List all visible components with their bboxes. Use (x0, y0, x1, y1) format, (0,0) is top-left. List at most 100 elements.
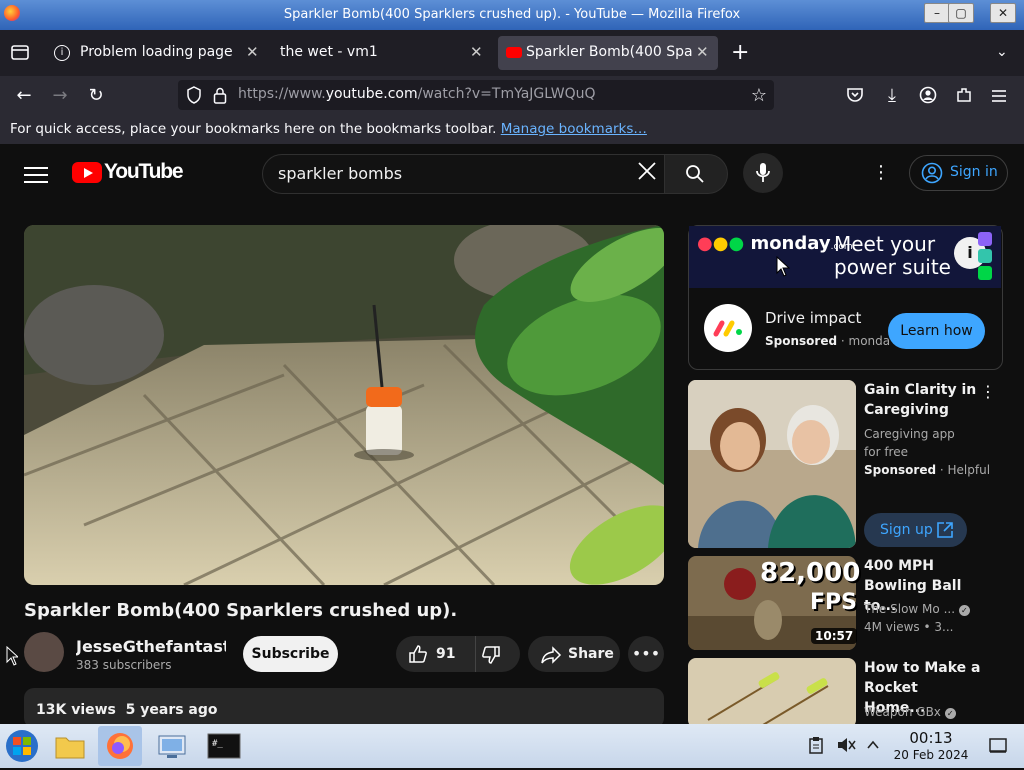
ad-sponsored-line: Sponsored · monda (765, 334, 891, 348)
voice-search-button[interactable] (743, 153, 783, 193)
minimize-button[interactable]: – (924, 3, 950, 23)
video-title: Sparkler Bomb(400 Sparklers crushed up). (24, 600, 458, 621)
settings-kebab-icon[interactable]: ⋮ (872, 160, 890, 186)
rec-channel[interactable]: Weapon GBx ✓ (864, 703, 956, 721)
url-domain: youtube.com (325, 86, 418, 102)
sign-up-button[interactable]: Sign up (864, 513, 967, 547)
terminal-icon: #_ (207, 733, 241, 759)
thumb-overlay-text: FPS (810, 590, 857, 615)
channel-avatar[interactable] (24, 632, 64, 672)
lock-icon[interactable] (212, 86, 228, 104)
bookmarks-hint: For quick access, place your bookmarks h… (10, 121, 501, 137)
chevron-down-icon[interactable]: ⌄ (996, 44, 1008, 60)
start-orb-icon (6, 730, 38, 762)
search-query[interactable]: sparkler bombs (278, 164, 402, 183)
taskbar-clock[interactable]: 00:13 20 Feb 2024 (893, 730, 969, 763)
show-desktop-icon[interactable] (988, 736, 1008, 758)
thumb-overlay-text: 82,000 (760, 558, 861, 588)
tab-close-icon[interactable]: ✕ (470, 43, 483, 61)
window-titlebar: Sparkler Bomb(400 Sparklers crushed up).… (0, 0, 1024, 30)
maximize-button[interactable]: ▢ (948, 3, 974, 23)
subscriber-count: 383 subscribers (76, 658, 172, 672)
close-window-button[interactable]: ✕ (990, 3, 1016, 23)
account-circle-icon (921, 162, 943, 184)
thumbs-up-icon (408, 644, 428, 664)
rec-thumbnail[interactable] (688, 658, 856, 728)
back-arrow-icon[interactable]: ← (14, 86, 34, 106)
rec-meta: 4M views • 3... (864, 620, 954, 634)
url-text[interactable]: https://www.youtube.com/watch?v=TmYaJGLW… (238, 86, 596, 102)
youtube-logo-text[interactable]: YouTube (104, 160, 184, 184)
rec-channel[interactable]: The Slow Mo ... ✓ (864, 600, 970, 618)
folder-icon (55, 737, 85, 759)
rec-sponsored-line: Sponsored · Helpful (864, 463, 991, 477)
learn-how-button[interactable]: Learn how (888, 313, 985, 349)
info-icon: i (54, 45, 70, 61)
sign-in-label: Sign in (950, 164, 998, 180)
video-player[interactable] (24, 225, 664, 585)
extensions-icon[interactable] (955, 86, 973, 104)
yt-guide-menu-icon[interactable] (24, 162, 48, 186)
ad-title[interactable]: Drive impact (765, 309, 861, 327)
sign-in-button[interactable]: Sign in (909, 155, 1008, 191)
firefox-taskbar-button[interactable] (98, 726, 142, 766)
rec-subtitle: Caregiving app for free (864, 427, 955, 459)
url-path: /watch?v=TmYaJGLWQuQ (417, 86, 596, 102)
tab-sparkler-bomb[interactable]: Sparkler Bomb(400 Sparklers crushed up).… (498, 36, 718, 70)
rec-title[interactable]: Gain Clarity in Caregiving (864, 380, 984, 420)
file-manager-taskbar-button[interactable] (50, 726, 94, 766)
tab-the-wet[interactable]: the wet - vm1 ✕ (272, 36, 494, 70)
terminal-taskbar-button[interactable]: #_ (204, 726, 248, 766)
thumbs-down-icon (481, 645, 501, 665)
views-and-date: 13K views 5 years ago (36, 702, 218, 718)
search-button[interactable] (664, 154, 728, 194)
microphone-icon (756, 163, 770, 182)
tray-expand-icon[interactable] (866, 736, 880, 758)
new-tab-button[interactable]: + (731, 40, 749, 65)
svg-text:#_: #_ (212, 739, 223, 749)
subscribe-button[interactable]: Subscribe (243, 636, 338, 672)
reload-icon[interactable]: ↻ (86, 86, 106, 106)
tab-list-icon[interactable] (10, 42, 30, 62)
bookmarks-bar-message: For quick access, place your bookmarks h… (10, 121, 647, 137)
forward-arrow-icon[interactable]: → (50, 86, 70, 106)
channel-name[interactable]: JesseGthefantastic (76, 637, 226, 656)
mouse-pointer-icon (776, 255, 791, 278)
tab-close-icon[interactable]: ✕ (696, 43, 709, 61)
rec-kebab-icon[interactable]: ⋮ (980, 382, 996, 401)
verified-check-icon: ✓ (944, 708, 956, 719)
share-arrow-icon (540, 645, 562, 665)
monday-logo-icon (713, 320, 742, 337)
rec-advertiser: Helpful (947, 463, 991, 477)
advertiser-avatar[interactable] (704, 304, 752, 352)
tab-label: Problem loading page (80, 44, 233, 60)
muted-speaker-icon[interactable] (836, 736, 856, 758)
start-button[interactable] (2, 726, 46, 766)
more-actions-button[interactable]: ••• (628, 636, 664, 672)
youtube-favicon-icon (506, 47, 522, 58)
duration-badge: 10:57 (811, 628, 858, 644)
tab-label: Sparkler Bomb(400 Sparklers crushed up).… (526, 44, 692, 60)
rec-thumbnail[interactable] (688, 380, 856, 548)
account-icon[interactable] (919, 86, 937, 104)
system-settings-taskbar-button[interactable] (152, 726, 196, 766)
sponsored-label: Sponsored (864, 463, 937, 477)
youtube-logo-icon[interactable] (72, 162, 102, 183)
ad-logo-tiles (978, 232, 994, 282)
caregiving-thumbnail-image (688, 380, 856, 548)
tab-close-icon[interactable]: ✕ (246, 43, 259, 61)
clipboard-icon[interactable] (808, 736, 824, 758)
rocket-thumbnail-image (688, 658, 856, 728)
tab-problem-loading[interactable]: i Problem loading page ✕ (46, 36, 268, 70)
firefox-app-icon (4, 5, 20, 21)
manage-bookmarks-link[interactable]: Manage bookmarks… (501, 121, 647, 137)
like-count: 91 (436, 646, 456, 662)
bookmark-star-icon[interactable]: ☆ (749, 86, 769, 106)
clock-time: 00:13 (909, 729, 953, 747)
download-icon[interactable]: ⤓ (882, 86, 902, 106)
pocket-icon[interactable] (846, 86, 864, 104)
hamburger-menu-icon[interactable] (991, 88, 1007, 102)
ad-brand-logo: ●●● monday.com (697, 233, 853, 254)
shield-icon[interactable] (186, 86, 202, 104)
clear-search-icon[interactable] (636, 160, 658, 188)
